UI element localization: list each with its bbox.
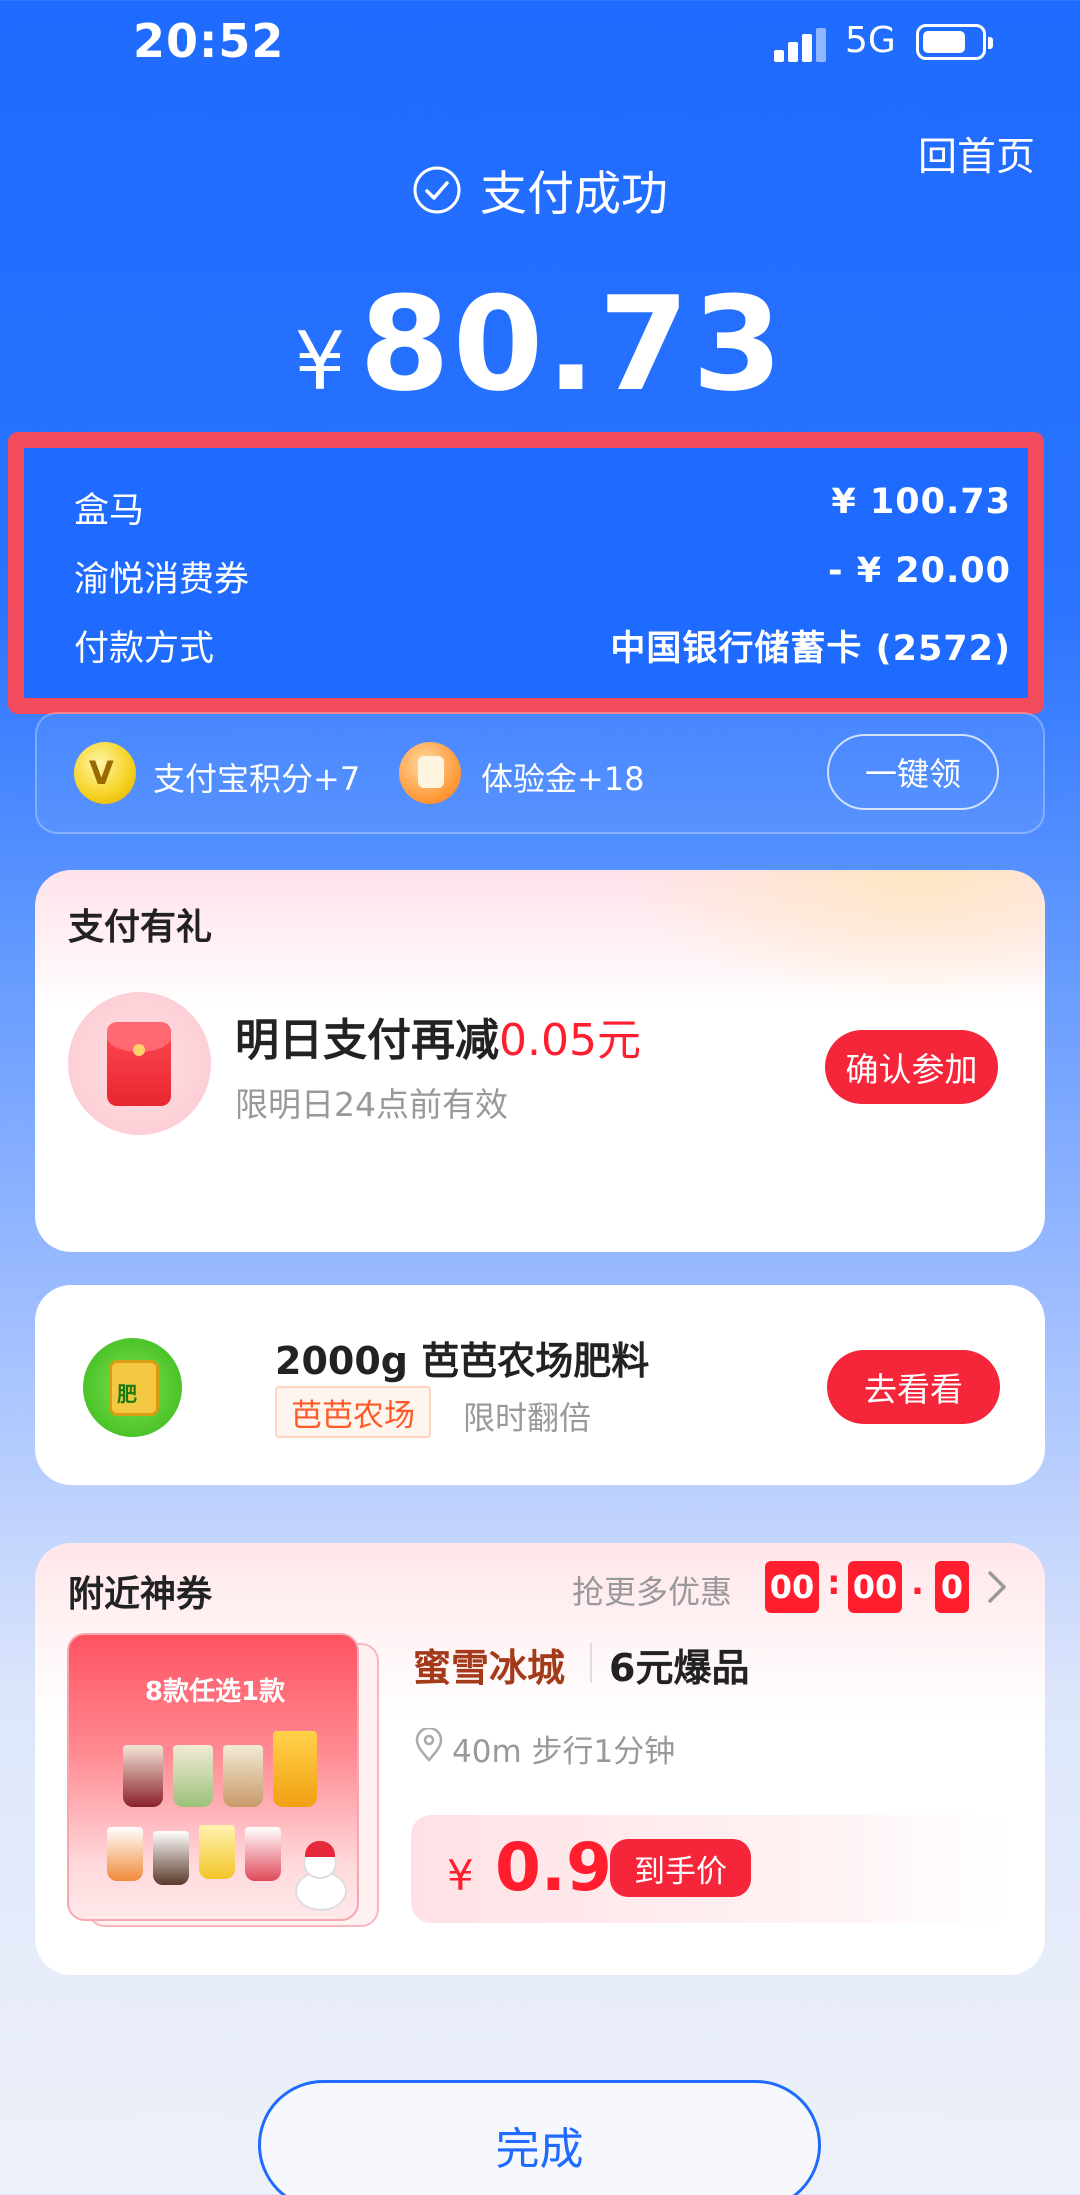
detail-label: 盒马: [74, 491, 145, 531]
farm-note: 限时翻倍: [463, 1399, 592, 1437]
snowman-mascot-icon: [295, 1841, 347, 1911]
countdown-minutes: 00: [848, 1561, 902, 1613]
fertilizer-title: 2000g 芭芭农场肥料: [275, 1339, 650, 1383]
detail-row-payment-method: 付款方式 中国银行储蓄卡 (2572): [74, 620, 1011, 671]
distance-text: 40m 步行1分钟: [452, 1734, 676, 1770]
detail-label: 付款方式: [74, 629, 215, 669]
signal-icon: [774, 28, 826, 62]
shop-name: 蜜雪冰城: [413, 1646, 566, 1690]
status-time: 20:52: [133, 14, 285, 68]
final-price-badge: 到手价: [610, 1839, 751, 1897]
payment-gift-card: 支付有礼 明日支付再减0.05元 限明日24点前有效 确认参加: [35, 870, 1045, 1252]
detail-row-merchant: 盒马 ¥ 100.73: [74, 482, 1011, 533]
drink-icon: [173, 1745, 213, 1807]
price-currency: ¥: [447, 1851, 474, 1900]
more-deals-link[interactable]: 抢更多优惠: [572, 1567, 732, 1613]
price-box[interactable]: ¥ 0.9 到手价: [411, 1815, 1011, 1923]
points-coin-icon: V: [74, 742, 136, 804]
check-circle-icon: [413, 166, 461, 213]
offer-prefix: 明日支付再减: [235, 1015, 499, 1066]
drink-icon: [245, 1827, 281, 1881]
price-value: 0.9: [495, 1829, 612, 1906]
confirm-join-button[interactable]: 确认参加: [825, 1030, 998, 1104]
detail-value: 中国银行储蓄卡 (2572): [610, 629, 1011, 669]
paid-amount: ¥ 80.73: [0, 268, 1080, 420]
chevron-right-icon[interactable]: [980, 1567, 1016, 1607]
location-pin-icon: [415, 1728, 443, 1762]
rewards-strip: V 支付宝积分+7 体验金+18 一键领: [35, 712, 1045, 834]
promo-text: 8款任选1款: [144, 1677, 286, 1707]
coupon-card-title: 附近神券: [68, 1574, 213, 1615]
drink-icon: [123, 1745, 163, 1807]
points-label: 支付宝积分+7: [153, 760, 361, 798]
battery-icon: [916, 24, 993, 60]
promo-image[interactable]: 8款任选1款: [67, 1633, 359, 1921]
countdown-separator: :: [827, 1563, 841, 1603]
page-title: 支付成功: [0, 155, 1080, 224]
offer-amount: 0.05元: [499, 1015, 641, 1066]
network-type: 5G: [845, 20, 896, 61]
detail-row-coupon: 渝悦消费券 - ¥ 20.00: [74, 551, 1011, 602]
nearby-coupon-card: 附近神券 抢更多优惠 00 : 00 . 0 8款任选1款 蜜雪冰城 6元爆品 …: [35, 1543, 1045, 1975]
detail-label: 渝悦消费券: [74, 560, 250, 600]
deal-name: 6元爆品: [609, 1646, 750, 1690]
detail-value: ¥ 100.73: [831, 482, 1011, 522]
detail-value: - ¥ 20.00: [828, 551, 1011, 591]
farm-fertilizer-card[interactable]: 肥 2000g 芭芭农场肥料 芭芭农场 限时翻倍 去看看: [35, 1285, 1045, 1485]
gift-card-title: 支付有礼: [68, 907, 213, 948]
trial-gold-icon: [399, 742, 461, 804]
countdown-separator: .: [911, 1563, 924, 1603]
trial-label: 体验金+18: [481, 760, 645, 798]
drink-icon: [273, 1731, 317, 1807]
drink-icon: [223, 1745, 263, 1807]
done-button[interactable]: 完成: [258, 2080, 821, 2195]
amount-value: 80.73: [359, 268, 786, 420]
farm-tag: 芭芭农场: [275, 1386, 431, 1438]
drink-icon: [199, 1825, 235, 1879]
amount-currency: ¥: [294, 315, 346, 408]
red-envelope-icon: [68, 992, 211, 1135]
fertilizer-icon-text: 肥: [117, 1382, 137, 1406]
drink-icon: [107, 1827, 143, 1881]
claim-all-button[interactable]: 一键领: [827, 734, 999, 810]
offer-note: 限明日24点前有效: [235, 1085, 508, 1124]
fertilizer-bag-icon: 肥: [83, 1338, 182, 1437]
drink-icon: [153, 1831, 189, 1885]
countdown-tenths: 0: [935, 1561, 969, 1613]
go-see-button[interactable]: 去看看: [827, 1350, 1000, 1424]
page-title-text: 支付成功: [480, 167, 668, 222]
payment-details: 盒马 ¥ 100.73 渝悦消费券 - ¥ 20.00 付款方式 中国银行储蓄卡…: [8, 432, 1044, 714]
countdown-hours: 00: [765, 1561, 819, 1613]
offer-headline: 明日支付再减0.05元: [235, 1004, 641, 1068]
